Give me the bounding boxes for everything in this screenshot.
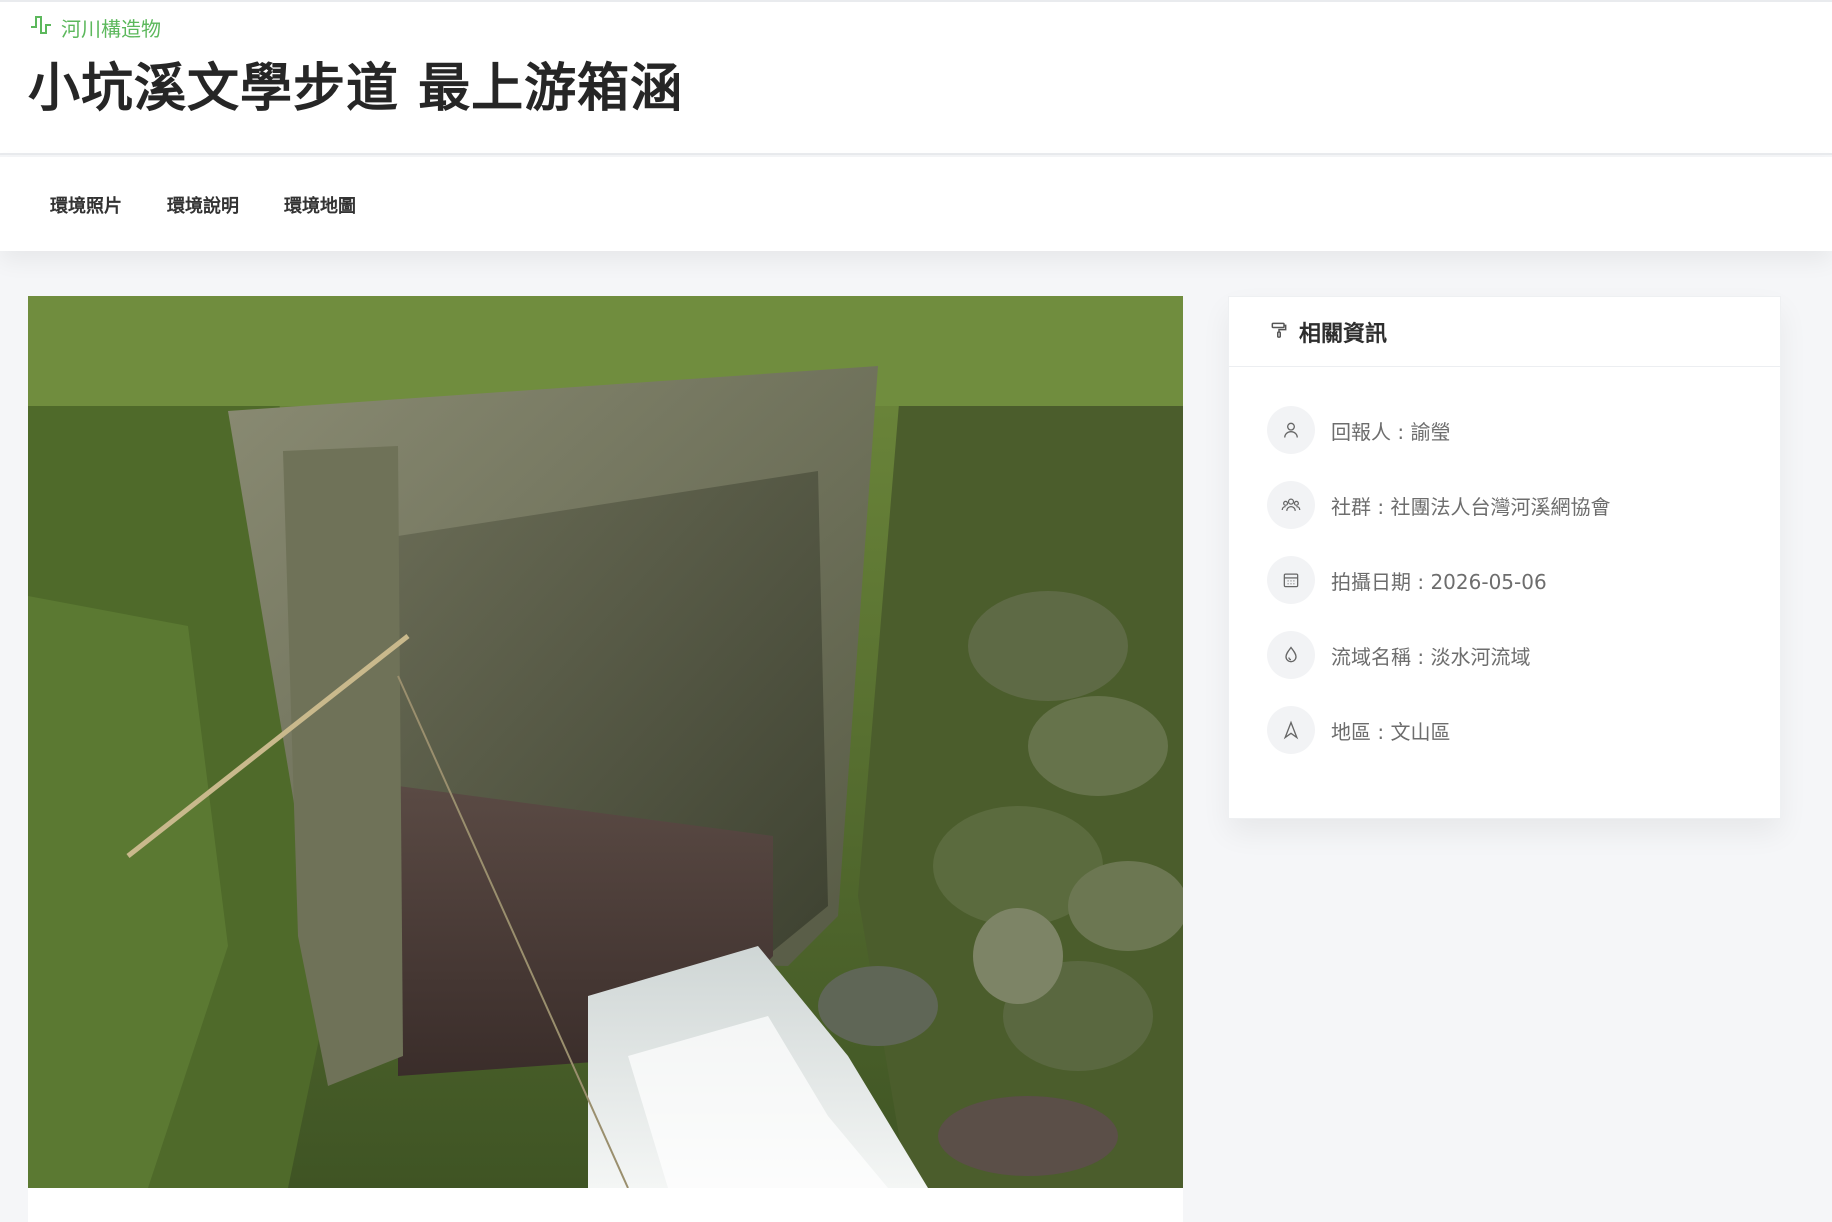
- navigation-icon: [1267, 706, 1315, 754]
- info-item-community: 社群 : 社團法人台灣河溪網協會: [1267, 480, 1610, 530]
- info-item-basin: 流域名稱 : 淡水河流域: [1267, 630, 1610, 680]
- info-text-basin: 流域名稱 : 淡水河流域: [1331, 644, 1531, 669]
- related-info-card: 相關資訊 回報人 : 諭瑩 社群: 社團法人台灣河溪網協會 拍攝日期: 20…: [1228, 296, 1781, 819]
- water-drop-icon: [1267, 631, 1315, 679]
- pulse-icon: [29, 13, 53, 42]
- tab-environment-photos[interactable]: 環境照片: [50, 192, 122, 218]
- group-icon: [1267, 481, 1315, 529]
- info-item-reporter: 回報人 : 諭瑩: [1267, 405, 1610, 455]
- category-label[interactable]: 河川構造物: [29, 13, 161, 42]
- photo-card: [28, 296, 1183, 1222]
- tab-environment-map[interactable]: 環境地圖: [284, 192, 356, 218]
- info-list: 回報人 : 諭瑩 社群 : 社團法人台灣河溪網協會 拍攝日期: 2026-05…: [1267, 405, 1610, 780]
- info-text-reporter: 回報人 : 諭瑩: [1331, 419, 1451, 444]
- user-icon: [1267, 406, 1315, 454]
- calendar-icon: [1267, 556, 1315, 604]
- info-item-district: 地區 : 文山區: [1267, 705, 1610, 755]
- related-info-title: 相關資訊: [1299, 321, 1388, 347]
- page-title: 小坑溪文學步道 最上游箱涵: [28, 59, 684, 119]
- info-item-date: 拍攝日期 : 2026-05-06: [1267, 555, 1610, 605]
- info-text-community: 社群 : 社團法人台灣河溪網協會: [1331, 494, 1611, 519]
- related-info-header: 相關資訊: [1229, 297, 1780, 367]
- info-text-district: 地區 : 文山區: [1331, 719, 1451, 744]
- info-text-date: 拍攝日期 : 2026-05-06: [1331, 569, 1547, 594]
- environment-photo[interactable]: [28, 296, 1183, 1188]
- paint-roller-icon: [1269, 320, 1289, 344]
- tab-environment-description[interactable]: 環境說明: [167, 192, 239, 218]
- tab-bar: 環境照片 環境說明 環境地圖: [0, 157, 1832, 251]
- page-header: 河川構造物 小坑溪文學步道 最上游箱涵: [0, 0, 1832, 155]
- category-text: 河川構造物: [61, 17, 161, 41]
